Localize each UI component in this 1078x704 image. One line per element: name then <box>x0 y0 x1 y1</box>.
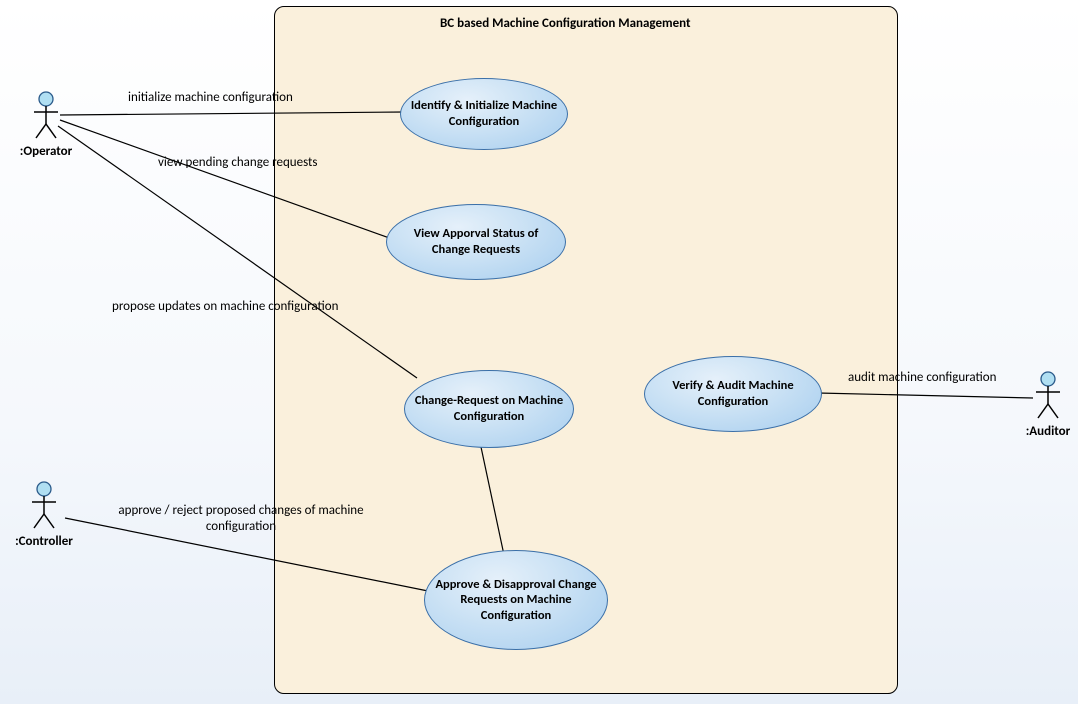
assoc-label-propose: propose updates on machine configuration <box>112 299 338 315</box>
usecase-verify-audit: Verify & Audit Machine Configuration <box>644 356 822 432</box>
actor-operator-label: :Operator <box>16 144 76 159</box>
usecase-change-request: Change-Request on Machine Configuration <box>404 370 574 448</box>
usecase-view-approval-status: View Apporval Status of Change Requests <box>386 204 566 280</box>
assoc-label-initialize: initialize machine configuration <box>128 90 293 106</box>
actor-controller-label: :Controller <box>14 534 74 549</box>
assoc-label-approve: approve / reject proposed changes of mac… <box>86 503 396 534</box>
usecase-identify-initialize: Identify & Initialize Machine Configurat… <box>400 78 568 150</box>
assoc-label-view-pending: view pending change requests <box>158 155 317 171</box>
actor-icon <box>28 90 64 142</box>
actor-icon <box>1030 370 1066 422</box>
usecase-approve-disapprove: Approve & Disapproval Change Requests on… <box>424 550 608 650</box>
actor-auditor: :Auditor <box>1018 370 1078 439</box>
actor-icon <box>26 480 62 532</box>
actor-operator: :Operator <box>16 90 76 159</box>
assoc-label-audit: audit machine configuration <box>848 370 996 386</box>
actor-auditor-label: :Auditor <box>1018 424 1078 439</box>
actor-controller: :Controller <box>14 480 74 549</box>
system-title: BC based Machine Configuration Managemen… <box>440 16 691 31</box>
